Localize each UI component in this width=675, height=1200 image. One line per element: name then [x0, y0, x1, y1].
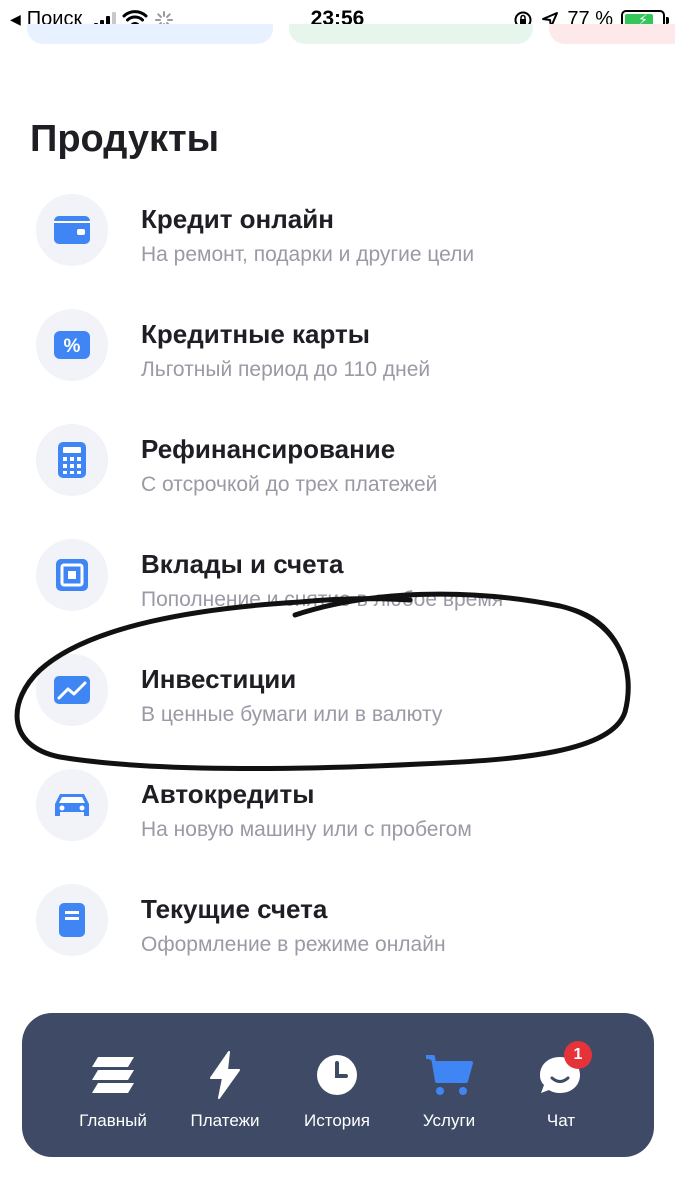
- chat-badge: 1: [564, 1041, 592, 1069]
- car-icon: [55, 794, 89, 816]
- product-item-credit-online[interactable]: Кредит онлайн На ремонт, подарки и други…: [36, 190, 656, 280]
- product-item-refinancing[interactable]: Рефинансирование С отсрочкой до трех пла…: [36, 420, 656, 510]
- wallet-icon: [54, 216, 90, 244]
- product-title: Текущие счета: [141, 894, 328, 924]
- product-icon-circle: [36, 769, 108, 841]
- product-item-current-accounts[interactable]: Текущие счета Оформление в режиме онлайн: [36, 880, 656, 970]
- product-icon-circle: [36, 884, 108, 956]
- product-subtitle: Пополнение и снятие в любое время: [141, 588, 504, 611]
- product-subtitle: На ремонт, подарки и другие цели: [141, 243, 475, 266]
- calculator-icon: [58, 442, 86, 478]
- lightning-icon: [210, 1051, 240, 1099]
- product-item-credit-cards[interactable]: % Кредитные карты Льготный период до 110…: [36, 305, 656, 395]
- chart-up-icon: [54, 676, 90, 704]
- tab-chat[interactable]: 1 Чат: [506, 1013, 616, 1157]
- top-card-pink[interactable]: [549, 24, 675, 44]
- top-card-blue[interactable]: [27, 24, 273, 44]
- svg-text:%: %: [64, 336, 81, 357]
- tab-main[interactable]: Главный: [58, 1013, 168, 1157]
- product-subtitle: С отсрочкой до трех платежей: [141, 473, 438, 496]
- section-title: Продукты: [30, 118, 220, 160]
- product-icon-circle: %: [36, 309, 108, 381]
- app-screen: ◀ Поиск 23:56 77 % ⚡ Продукты Кредит онл…: [0, 0, 675, 1200]
- product-title: Рефинансирование: [141, 434, 396, 464]
- product-icon-circle: [36, 654, 108, 726]
- product-icon-circle: [36, 539, 108, 611]
- product-title: Вклады и счета: [141, 549, 344, 579]
- tab-services[interactable]: Услуги: [394, 1013, 504, 1157]
- product-subtitle: Оформление в режиме онлайн: [141, 933, 446, 956]
- product-title: Инвестиции: [141, 664, 297, 694]
- clock-icon: [317, 1055, 357, 1095]
- product-icon-circle: [36, 194, 108, 266]
- product-subtitle: Льготный период до 110 дней: [141, 358, 431, 381]
- cart-icon: [426, 1055, 473, 1095]
- product-item-investments[interactable]: Инвестиции В ценные бумаги или в валюту: [36, 650, 656, 740]
- tab-label: История: [304, 1111, 370, 1130]
- top-card-green[interactable]: [289, 24, 533, 44]
- bottom-tab-bar: Главный Платежи История Услуги 1 Чат: [22, 1013, 654, 1157]
- tab-label: Главный: [79, 1111, 147, 1130]
- stack-icon: [92, 1057, 134, 1093]
- product-item-deposits[interactable]: Вклады и счета Пополнение и снятие в люб…: [36, 535, 656, 625]
- tab-label: Чат: [546, 1111, 576, 1130]
- product-title: Кредит онлайн: [141, 204, 334, 234]
- product-item-car-loans[interactable]: Автокредиты На новую машину или с пробег…: [36, 765, 656, 855]
- tab-history[interactable]: История: [282, 1013, 392, 1157]
- document-icon: [59, 903, 85, 937]
- safe-icon: [56, 559, 88, 591]
- product-title: Кредитные карты: [141, 319, 370, 349]
- product-subtitle: В ценные бумаги или в валюту: [141, 703, 443, 726]
- tab-payments[interactable]: Платежи: [170, 1013, 280, 1157]
- product-title: Автокредиты: [141, 779, 315, 809]
- percent-card-icon: %: [54, 331, 90, 359]
- tab-label: Платежи: [190, 1111, 260, 1130]
- tab-label: Услуги: [422, 1111, 476, 1130]
- product-icon-circle: [36, 424, 108, 496]
- product-subtitle: На новую машину или с пробегом: [141, 818, 472, 841]
